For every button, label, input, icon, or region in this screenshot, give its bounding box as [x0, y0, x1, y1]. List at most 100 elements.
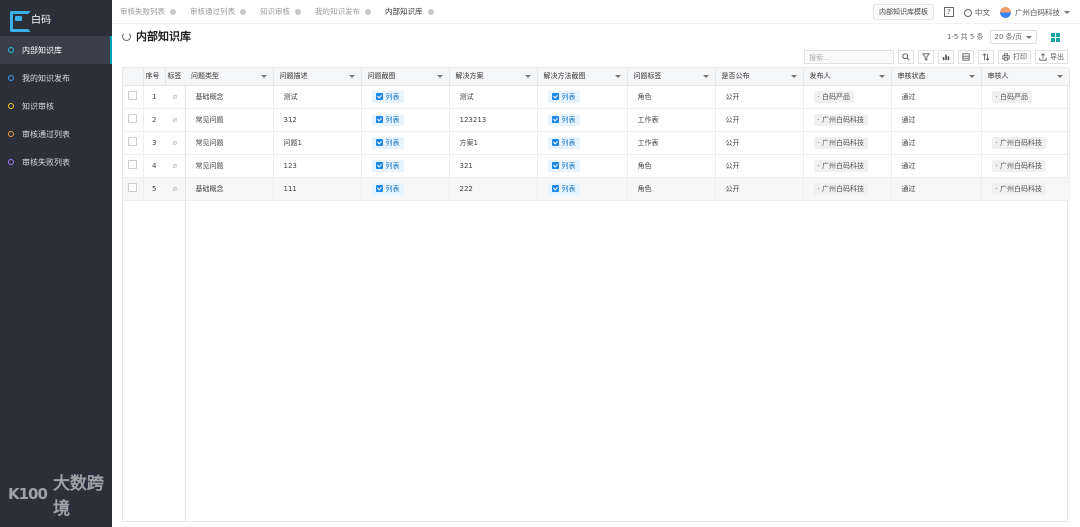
paperclip-icon[interactable]: ⌀: [172, 184, 177, 193]
page-size-select[interactable]: 20 条/页: [989, 30, 1037, 44]
close-icon[interactable]: [170, 8, 176, 15]
sidebar-item[interactable]: 内部知识库: [0, 36, 112, 64]
paperclip-icon[interactable]: ⌀: [172, 161, 177, 170]
search-input[interactable]: 搜索...: [804, 50, 894, 64]
list-link-chip[interactable]: 列表: [547, 113, 580, 126]
sidebar-item[interactable]: 我的知识发布: [0, 64, 112, 92]
search-icon[interactable]: [898, 50, 914, 64]
list-link-chip[interactable]: 列表: [371, 90, 404, 103]
tab[interactable]: 审核通过列表: [190, 6, 246, 17]
list-link-chip[interactable]: 列表: [371, 136, 404, 149]
table-row[interactable]: 2 ⌀ 常见问题 312 列表 123213 列表 工作表 公开 · 广州白码科技 通过: [123, 108, 1070, 132]
chevron-down-icon[interactable]: [614, 75, 621, 78]
cell-type: 常见问题: [185, 131, 274, 155]
tab[interactable]: 知识审核: [260, 6, 301, 17]
language-switch[interactable]: 中文: [964, 7, 990, 18]
sidebar-item-label: 我的知识发布: [22, 73, 70, 83]
attachment-cell: ⌀: [165, 131, 186, 155]
user-chip: · 广州白码科技: [991, 182, 1046, 195]
column-header[interactable]: 解决方案: [449, 68, 538, 86]
column-header[interactable]: 问题截图: [361, 68, 450, 86]
chevron-down-icon[interactable]: [968, 75, 975, 78]
list-link-chip[interactable]: 列表: [547, 182, 580, 195]
chip-label: 列表: [385, 92, 400, 101]
row-checkbox[interactable]: [128, 114, 138, 123]
sidebar-item[interactable]: 审核失败列表: [0, 148, 112, 176]
refresh-icon[interactable]: [122, 31, 131, 41]
table-row[interactable]: 5 ⌀ 基础概念 111 列表 222 列表 角色 公开 · 广州白码科技 通过 · 广州白码科技: [123, 177, 1070, 201]
table-row[interactable]: 1 ⌀ 基础概念 测试 列表 测试 列表 角色 公开 · 白码严品 通过 · 白码严品: [123, 85, 1070, 109]
brand[interactable]: 白码: [0, 0, 112, 36]
chevron-down-icon[interactable]: [348, 75, 355, 78]
chevron-down-icon: [1064, 10, 1070, 14]
column-header[interactable]: 发布人: [803, 68, 892, 86]
column-header[interactable]: 审核状态: [891, 68, 982, 86]
user-menu[interactable]: 广州白码科技: [1000, 6, 1070, 18]
columns-icon[interactable]: [958, 50, 974, 64]
print-button[interactable]: 打印: [998, 50, 1031, 64]
chevron-down-icon[interactable]: [878, 75, 885, 78]
list-link-chip[interactable]: 列表: [547, 136, 580, 149]
list-link-chip[interactable]: 列表: [371, 159, 404, 172]
row-checkbox[interactable]: [128, 183, 138, 192]
cell-desc: 问题1: [273, 131, 362, 155]
close-icon[interactable]: [365, 8, 371, 15]
cell-publisher: · 白码严品: [803, 85, 892, 109]
row-checkbox[interactable]: [128, 160, 138, 169]
row-checkbox[interactable]: [128, 91, 138, 100]
cell-status: 通过: [891, 131, 982, 155]
user-chip: · 广州白码科技: [813, 159, 868, 172]
cell-desc: 123: [273, 154, 362, 178]
paperclip-icon[interactable]: ⌀: [172, 115, 177, 124]
row-checkbox-cell: [123, 85, 144, 109]
filter-icon[interactable]: [918, 50, 934, 64]
user-name: 白码严品: [999, 92, 1028, 101]
tab[interactable]: 我的知识发布: [315, 6, 371, 17]
chevron-down-icon[interactable]: [790, 75, 797, 78]
column-header[interactable]: 问题标签: [627, 68, 716, 86]
layout-grid-icon[interactable]: [1051, 32, 1060, 42]
nav-dot-icon: [8, 103, 14, 109]
paperclip-icon[interactable]: ⌀: [172, 92, 177, 101]
export-button[interactable]: 导出: [1035, 50, 1068, 64]
chevron-down-icon[interactable]: [260, 75, 267, 78]
row-checkbox[interactable]: [128, 137, 138, 146]
tab-label: 审核失败列表: [120, 7, 165, 16]
list-link-chip[interactable]: 列表: [547, 159, 580, 172]
nav-dot-icon: [8, 47, 14, 53]
cell-solshot: 列表: [537, 131, 628, 155]
chevron-down-icon[interactable]: [702, 75, 709, 78]
close-icon[interactable]: [427, 8, 434, 15]
tab[interactable]: 审核失败列表: [120, 6, 176, 17]
attachment-cell: ⌀: [165, 108, 186, 132]
column-header[interactable]: 问题描述: [273, 68, 362, 86]
cell-publisher: · 广州白码科技: [803, 131, 892, 155]
list-link-chip[interactable]: 列表: [371, 113, 404, 126]
chevron-down-icon[interactable]: [524, 75, 531, 78]
tab[interactable]: 内部知识库: [385, 6, 434, 17]
list-link-chip[interactable]: 列表: [371, 182, 404, 195]
chevron-down-icon[interactable]: [1056, 75, 1063, 78]
cell-reviewer: · 广州白码科技: [981, 177, 1070, 201]
chevron-down-icon: [1026, 35, 1032, 39]
column-header[interactable]: 审核人: [981, 68, 1070, 86]
table-row[interactable]: 4 ⌀ 常见问题 123 列表 321 列表 角色 公开 · 广州白码科技 通过 · 广州白码科技: [123, 154, 1070, 178]
close-icon[interactable]: [295, 8, 301, 15]
chevron-down-icon[interactable]: [436, 75, 443, 78]
list-link-chip[interactable]: 列表: [547, 90, 580, 103]
help-icon[interactable]: ?: [944, 7, 954, 17]
user-name: 广州白码科技: [821, 184, 864, 193]
sidebar-item[interactable]: 知识审核: [0, 92, 112, 120]
column-header[interactable]: 解决方法截图: [537, 68, 628, 86]
table-row[interactable]: 3 ⌀ 常见问题 问题1 列表 方案1 列表 工作表 公开 · 广州白码科技 通过 · 广州白码科技: [123, 131, 1070, 155]
sidebar-item[interactable]: 审核通过列表: [0, 120, 112, 148]
paperclip-icon[interactable]: ⌀: [172, 138, 177, 147]
user-chip: · 广州白码科技: [991, 136, 1046, 149]
sort-icon[interactable]: [978, 50, 994, 64]
template-button[interactable]: 内部知识库模板: [873, 4, 934, 20]
column-header[interactable]: 是否公布: [715, 68, 804, 86]
close-icon[interactable]: [240, 8, 246, 15]
column-header-label: 解决方案: [455, 72, 484, 81]
column-header[interactable]: 问题类型: [185, 68, 274, 86]
chart-icon[interactable]: [938, 50, 954, 64]
